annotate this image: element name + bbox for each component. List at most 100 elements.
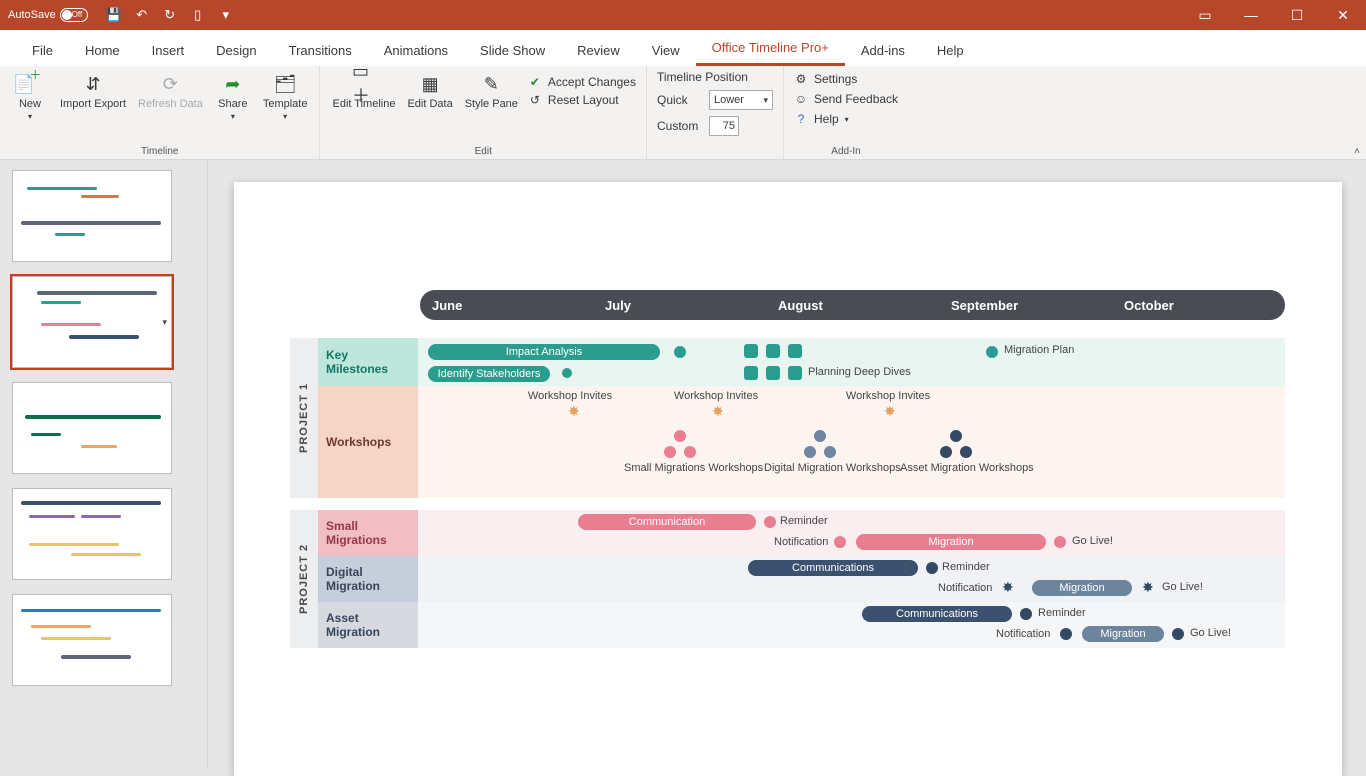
star-icon[interactable]: ✸: [884, 404, 898, 418]
slide-thumbnails[interactable]: [0, 160, 208, 768]
refresh-icon: ⟳: [158, 72, 182, 96]
month-september: September: [939, 290, 1112, 320]
bar-impact-analysis[interactable]: Impact Analysis: [428, 344, 660, 360]
share-button[interactable]: ➦Share▾: [213, 70, 253, 123]
milestone-notification[interactable]: [1060, 628, 1072, 640]
edit-data-icon: ▦: [418, 72, 442, 96]
lane-workshops: Workshops Workshop Invites ✸ Workshop In…: [318, 386, 1285, 498]
bar-communications[interactable]: Communications: [748, 560, 918, 576]
template-button[interactable]: 🗂Template▾: [261, 70, 310, 123]
tab-insert[interactable]: Insert: [136, 37, 201, 66]
edit-timeline-button[interactable]: ▭＋Edit Timeline: [330, 70, 397, 112]
tab-design[interactable]: Design: [200, 37, 272, 66]
reset-layout-button[interactable]: ↺Reset Layout: [528, 93, 636, 107]
style-pane-button[interactable]: ✎Style Pane: [463, 70, 520, 112]
autosave-switch[interactable]: Off: [60, 8, 88, 22]
milestone-dot[interactable]: [674, 346, 686, 358]
redo-icon[interactable]: ↻: [162, 7, 178, 23]
bar-migration[interactable]: Migration: [1032, 580, 1132, 596]
milestone-reminder[interactable]: [764, 516, 776, 528]
cluster-dot[interactable]: [960, 446, 972, 458]
milestone-golive[interactable]: [1054, 536, 1066, 548]
undo-icon[interactable]: ↶: [134, 7, 150, 23]
quick-access-toolbar: 💾 ↶ ↻ ▯ ▾: [106, 7, 234, 23]
label-reminder: Reminder: [1038, 607, 1086, 619]
milestone-sq[interactable]: [766, 344, 780, 358]
milestone-reminder[interactable]: [1020, 608, 1032, 620]
cluster-dot[interactable]: [950, 430, 962, 442]
settings-button[interactable]: ⚙Settings: [794, 72, 898, 86]
bar-communications[interactable]: Communications: [862, 606, 1012, 622]
lane-label-am: Asset Migration: [318, 602, 418, 648]
cluster-dot[interactable]: [940, 446, 952, 458]
bar-migration[interactable]: Migration: [1082, 626, 1164, 642]
import-export-button[interactable]: ⇵Import Export: [58, 70, 128, 123]
milestone-sq[interactable]: [744, 366, 758, 380]
bar-communication[interactable]: Communication: [578, 514, 756, 530]
cluster-dot[interactable]: [814, 430, 826, 442]
milestone-sq[interactable]: [744, 344, 758, 358]
help-button[interactable]: ?Help▾: [794, 112, 898, 126]
project-2-label: PROJECT 2: [290, 510, 318, 648]
lane-small-migrations: Small Migrations Communication Reminder …: [318, 510, 1285, 556]
slide[interactable]: June July August September October PROJE…: [234, 182, 1342, 776]
slide-thumb-3[interactable]: [12, 382, 172, 474]
milestone-sq[interactable]: [766, 366, 780, 380]
bar-identify-stakeholders[interactable]: Identify Stakeholders: [428, 366, 550, 382]
tab-home[interactable]: Home: [69, 37, 136, 66]
cluster-dot[interactable]: [824, 446, 836, 458]
autosave-toggle[interactable]: AutoSave Off: [8, 8, 88, 22]
slide-thumb-5[interactable]: [12, 594, 172, 686]
ribbon-options-icon[interactable]: ▭: [1182, 0, 1228, 30]
milestone-migplan[interactable]: [986, 346, 998, 358]
collapse-ribbon-icon[interactable]: ˄: [1354, 146, 1360, 157]
star-icon[interactable]: ✸: [712, 404, 726, 418]
cluster-dot[interactable]: [674, 430, 686, 442]
tab-slideshow[interactable]: Slide Show: [464, 37, 561, 66]
custom-input[interactable]: 75: [709, 116, 739, 136]
new-icon: 📄＋: [18, 72, 42, 96]
ribbon-group-edit: ▭＋Edit Timeline ▦Edit Data ✎Style Pane ✔…: [320, 66, 647, 159]
tab-office-timeline[interactable]: Office Timeline Pro+: [696, 34, 845, 66]
milestone-golive[interactable]: [1172, 628, 1184, 640]
milestone-reminder[interactable]: [926, 562, 938, 574]
tab-view[interactable]: View: [636, 37, 696, 66]
slide-thumb-1[interactable]: [12, 170, 172, 262]
group-label-edit: Edit: [330, 145, 636, 157]
new-timeline-button[interactable]: 📄＋New▾: [10, 70, 50, 123]
slide-canvas[interactable]: June July August September October PROJE…: [208, 160, 1366, 768]
slide-thumb-2[interactable]: [12, 276, 172, 368]
lane-label-ws: Workshops: [318, 386, 418, 498]
cluster-dot[interactable]: [684, 446, 696, 458]
star-icon[interactable]: ✸: [568, 404, 582, 418]
slide-thumb-4[interactable]: [12, 488, 172, 580]
maximize-icon[interactable]: ☐: [1274, 0, 1320, 30]
star-icon[interactable]: ✸: [1142, 580, 1156, 594]
qat-more-icon[interactable]: ▾: [218, 7, 234, 23]
send-feedback-button[interactable]: ☺Send Feedback: [794, 92, 898, 106]
milestone-dot[interactable]: [562, 368, 572, 378]
save-icon[interactable]: 💾: [106, 7, 122, 23]
ribbon-tabs: File Home Insert Design Transitions Anim…: [0, 30, 1366, 66]
accept-changes-button[interactable]: ✔Accept Changes: [528, 75, 636, 89]
tab-file[interactable]: File: [16, 37, 69, 66]
label-reminder: Reminder: [942, 561, 990, 573]
milestone-sq[interactable]: [788, 366, 802, 380]
project-1-label: PROJECT 1: [290, 338, 318, 498]
star-icon[interactable]: ✸: [1002, 580, 1016, 594]
tab-animations[interactable]: Animations: [368, 37, 464, 66]
tab-help[interactable]: Help: [921, 37, 980, 66]
milestone-sq[interactable]: [788, 344, 802, 358]
edit-data-button[interactable]: ▦Edit Data: [405, 70, 454, 112]
milestone-notification[interactable]: [834, 536, 846, 548]
close-icon[interactable]: ✕: [1320, 0, 1366, 30]
present-icon[interactable]: ▯: [190, 7, 206, 23]
tab-addins[interactable]: Add-ins: [845, 37, 921, 66]
minimize-icon[interactable]: —: [1228, 0, 1274, 30]
cluster-dot[interactable]: [664, 446, 676, 458]
quick-select[interactable]: Lower: [709, 90, 773, 110]
cluster-dot[interactable]: [804, 446, 816, 458]
refresh-data-button[interactable]: ⟳Refresh Data: [136, 70, 205, 123]
bar-migration[interactable]: Migration: [856, 534, 1046, 550]
tab-review[interactable]: Review: [561, 37, 636, 66]
